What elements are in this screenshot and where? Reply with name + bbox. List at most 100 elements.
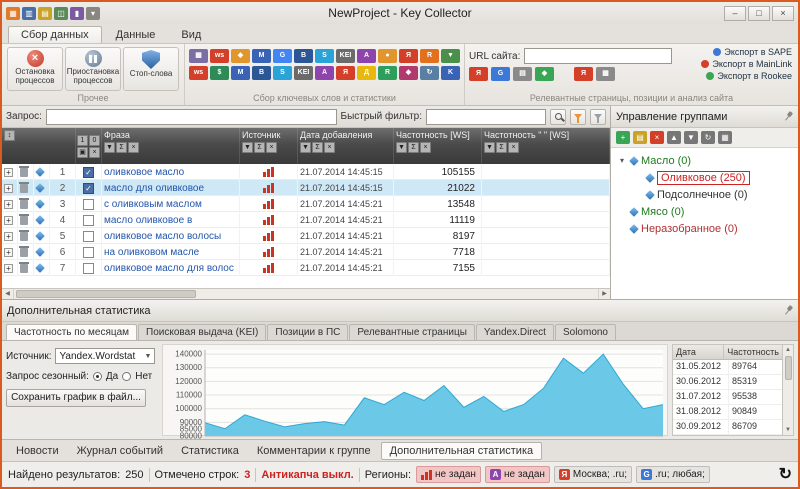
column-header-source[interactable]: Источник ▼Σ× (240, 128, 298, 164)
tree-item[interactable]: Неразобранное (0) (611, 220, 798, 237)
move-down-icon[interactable]: ▼ (684, 131, 698, 144)
gem-icon[interactable] (35, 247, 45, 257)
stats-tab[interactable]: Поисковая выдача (KEI) (138, 324, 266, 340)
tree-item[interactable]: ▾Масло (0) (611, 152, 798, 169)
filter-icon[interactable]: ▼ (484, 142, 495, 153)
yandex-pages-icon[interactable]: Я (469, 67, 488, 81)
region-chip[interactable]: ЯМосква; .ru; (554, 466, 632, 483)
refresh-groups-icon[interactable]: ↻ (701, 131, 715, 144)
dock-tab[interactable]: Дополнительная статистика (381, 442, 543, 460)
phrase-cell[interactable]: на оливковом масле (102, 244, 240, 260)
tree-expander-icon[interactable]: ▾ (617, 156, 627, 165)
expand-icon[interactable]: + (4, 264, 13, 273)
check-positions-icon[interactable]: ◆ (535, 67, 554, 81)
monitor-icon[interactable]: ◫ (54, 7, 68, 20)
clear-filter-icon[interactable]: × (420, 142, 431, 153)
row-checkbox[interactable] (83, 231, 94, 242)
trash-icon[interactable] (20, 216, 28, 225)
region-chip[interactable]: не задан (416, 466, 481, 483)
keyword-icon[interactable]: K (441, 66, 460, 80)
tree-item[interactable]: Оливковое (250) (611, 169, 798, 186)
clear-filter-icon[interactable]: × (324, 142, 335, 153)
table-row[interactable]: +6на оливковом масле21.07.2014 14:45:217… (2, 244, 610, 260)
app-menu-icon[interactable]: ▦ (6, 7, 20, 20)
sort-icon[interactable]: ↕ (4, 130, 15, 141)
pin-icon[interactable] (781, 109, 796, 124)
url-input[interactable] (524, 48, 672, 64)
dock-tab[interactable]: Комментарии к группе (249, 443, 379, 459)
trash-icon[interactable] (20, 248, 28, 257)
table-row[interactable]: 31.07.201295538 (673, 390, 782, 405)
table-row[interactable]: +1✓оливковое масло21.07.2014 14:45:15105… (2, 164, 610, 180)
sum-icon[interactable]: Σ (408, 142, 419, 153)
trash-icon[interactable] (20, 264, 28, 273)
gem-icon[interactable] (35, 183, 45, 193)
invert-check-icon[interactable]: ▣ (77, 147, 88, 158)
scroll-down-icon[interactable]: ▼ (785, 425, 791, 435)
search-plus-button[interactable] (550, 109, 566, 125)
filter-icon[interactable]: ▼ (242, 142, 253, 153)
dock-tab[interactable]: Статистика (173, 443, 247, 459)
sum-icon[interactable]: Σ (254, 142, 265, 153)
expand-icon[interactable]: + (4, 216, 13, 225)
pin-icon[interactable] (781, 303, 796, 318)
row-checkbox[interactable] (83, 263, 94, 274)
clear-filter-icon[interactable]: × (508, 142, 519, 153)
stats-tab[interactable]: Yandex.Direct (476, 324, 554, 340)
export-link[interactable]: Экспорт в Rookee (701, 71, 792, 81)
bing-stats-icon[interactable]: B (252, 66, 271, 80)
seasonal-no-radio[interactable] (122, 372, 131, 381)
clear-check-icon[interactable]: × (89, 147, 100, 158)
update-icon[interactable]: ↻ (420, 66, 439, 80)
scroll-up-icon[interactable]: ▲ (785, 345, 791, 355)
list-icon[interactable]: ▤ (513, 67, 532, 81)
table-row[interactable]: +3с оливковым маслом21.07.2014 14:45:211… (2, 196, 610, 212)
suggest-icon[interactable]: ◆ (231, 49, 250, 63)
save-icon[interactable]: ▥ (22, 7, 36, 20)
stats-tab[interactable]: Релевантные страницы (349, 324, 475, 340)
table-row[interactable]: 31.08.201290849 (673, 405, 782, 420)
sum-icon[interactable]: Σ (312, 142, 323, 153)
expand-icon[interactable]: + (4, 248, 13, 257)
expand-icon[interactable]: + (4, 168, 13, 177)
dock-tab[interactable]: Новости (8, 443, 67, 459)
budget-icon[interactable]: $ (210, 66, 229, 80)
phrase-cell[interactable]: оливковое масло (102, 164, 240, 180)
trash-icon[interactable] (20, 184, 28, 193)
move-up-icon[interactable]: ▲ (667, 131, 681, 144)
row-checkbox[interactable] (83, 199, 94, 210)
source-select[interactable]: Yandex.Wordstat ▼ (55, 348, 155, 364)
quick-access-dropdown-icon[interactable]: ▾ (86, 7, 100, 20)
vertical-scrollbar[interactable]: ▲ ▼ (783, 344, 794, 436)
ribbon-tab[interactable]: Данные (104, 27, 168, 43)
add-subgroup-icon[interactable]: ▤ (633, 131, 647, 144)
phrase-cell[interactable]: оливковое масло волосы (102, 228, 240, 244)
table-row[interactable]: 31.10.201289077 (673, 435, 782, 436)
filter-icon[interactable]: ▼ (396, 142, 407, 153)
column-header-phrase[interactable]: Фраза ▼Σ× (102, 128, 240, 164)
table-row[interactable]: +5оливковое масло волосы21.07.2014 14:45… (2, 228, 610, 244)
column-header-frequency[interactable]: Частотность [WS] ▼Σ× (394, 128, 482, 164)
scroll-left-icon[interactable]: ◀ (2, 289, 14, 299)
wordstat-icon[interactable]: ws (210, 49, 229, 63)
phrase-cell[interactable]: оливковое масло для волос (102, 260, 240, 276)
export-link[interactable]: Экспорт в SAPE (701, 47, 792, 57)
add-group-icon[interactable]: + (616, 131, 630, 144)
ribbon-tab[interactable]: Сбор данных (8, 26, 102, 43)
bing-icon[interactable]: B (294, 49, 313, 63)
export-link[interactable]: Экспорт в MainLink (701, 59, 792, 69)
mail-stats-icon[interactable]: M (231, 66, 250, 80)
refresh-icon[interactable]: ↻ (779, 467, 792, 483)
trash-icon[interactable] (20, 168, 28, 177)
wordstat-quotes-icon[interactable]: ws (189, 66, 208, 80)
metrics-icon[interactable]: ◆ (399, 66, 418, 80)
trash-icon[interactable] (20, 232, 28, 241)
rookee-icon[interactable]: R (378, 66, 397, 80)
table-row[interactable]: 30.09.201286709 (673, 420, 782, 435)
region-chip[interactable]: Aне задан (485, 466, 550, 483)
save-chart-button[interactable]: Сохранить график в файл... (6, 389, 146, 407)
gem-icon[interactable] (35, 215, 45, 225)
site-analysis-icon[interactable]: ▦ (596, 67, 615, 81)
row-checkbox[interactable]: ✓ (83, 167, 94, 178)
trash-icon[interactable] (20, 200, 28, 209)
